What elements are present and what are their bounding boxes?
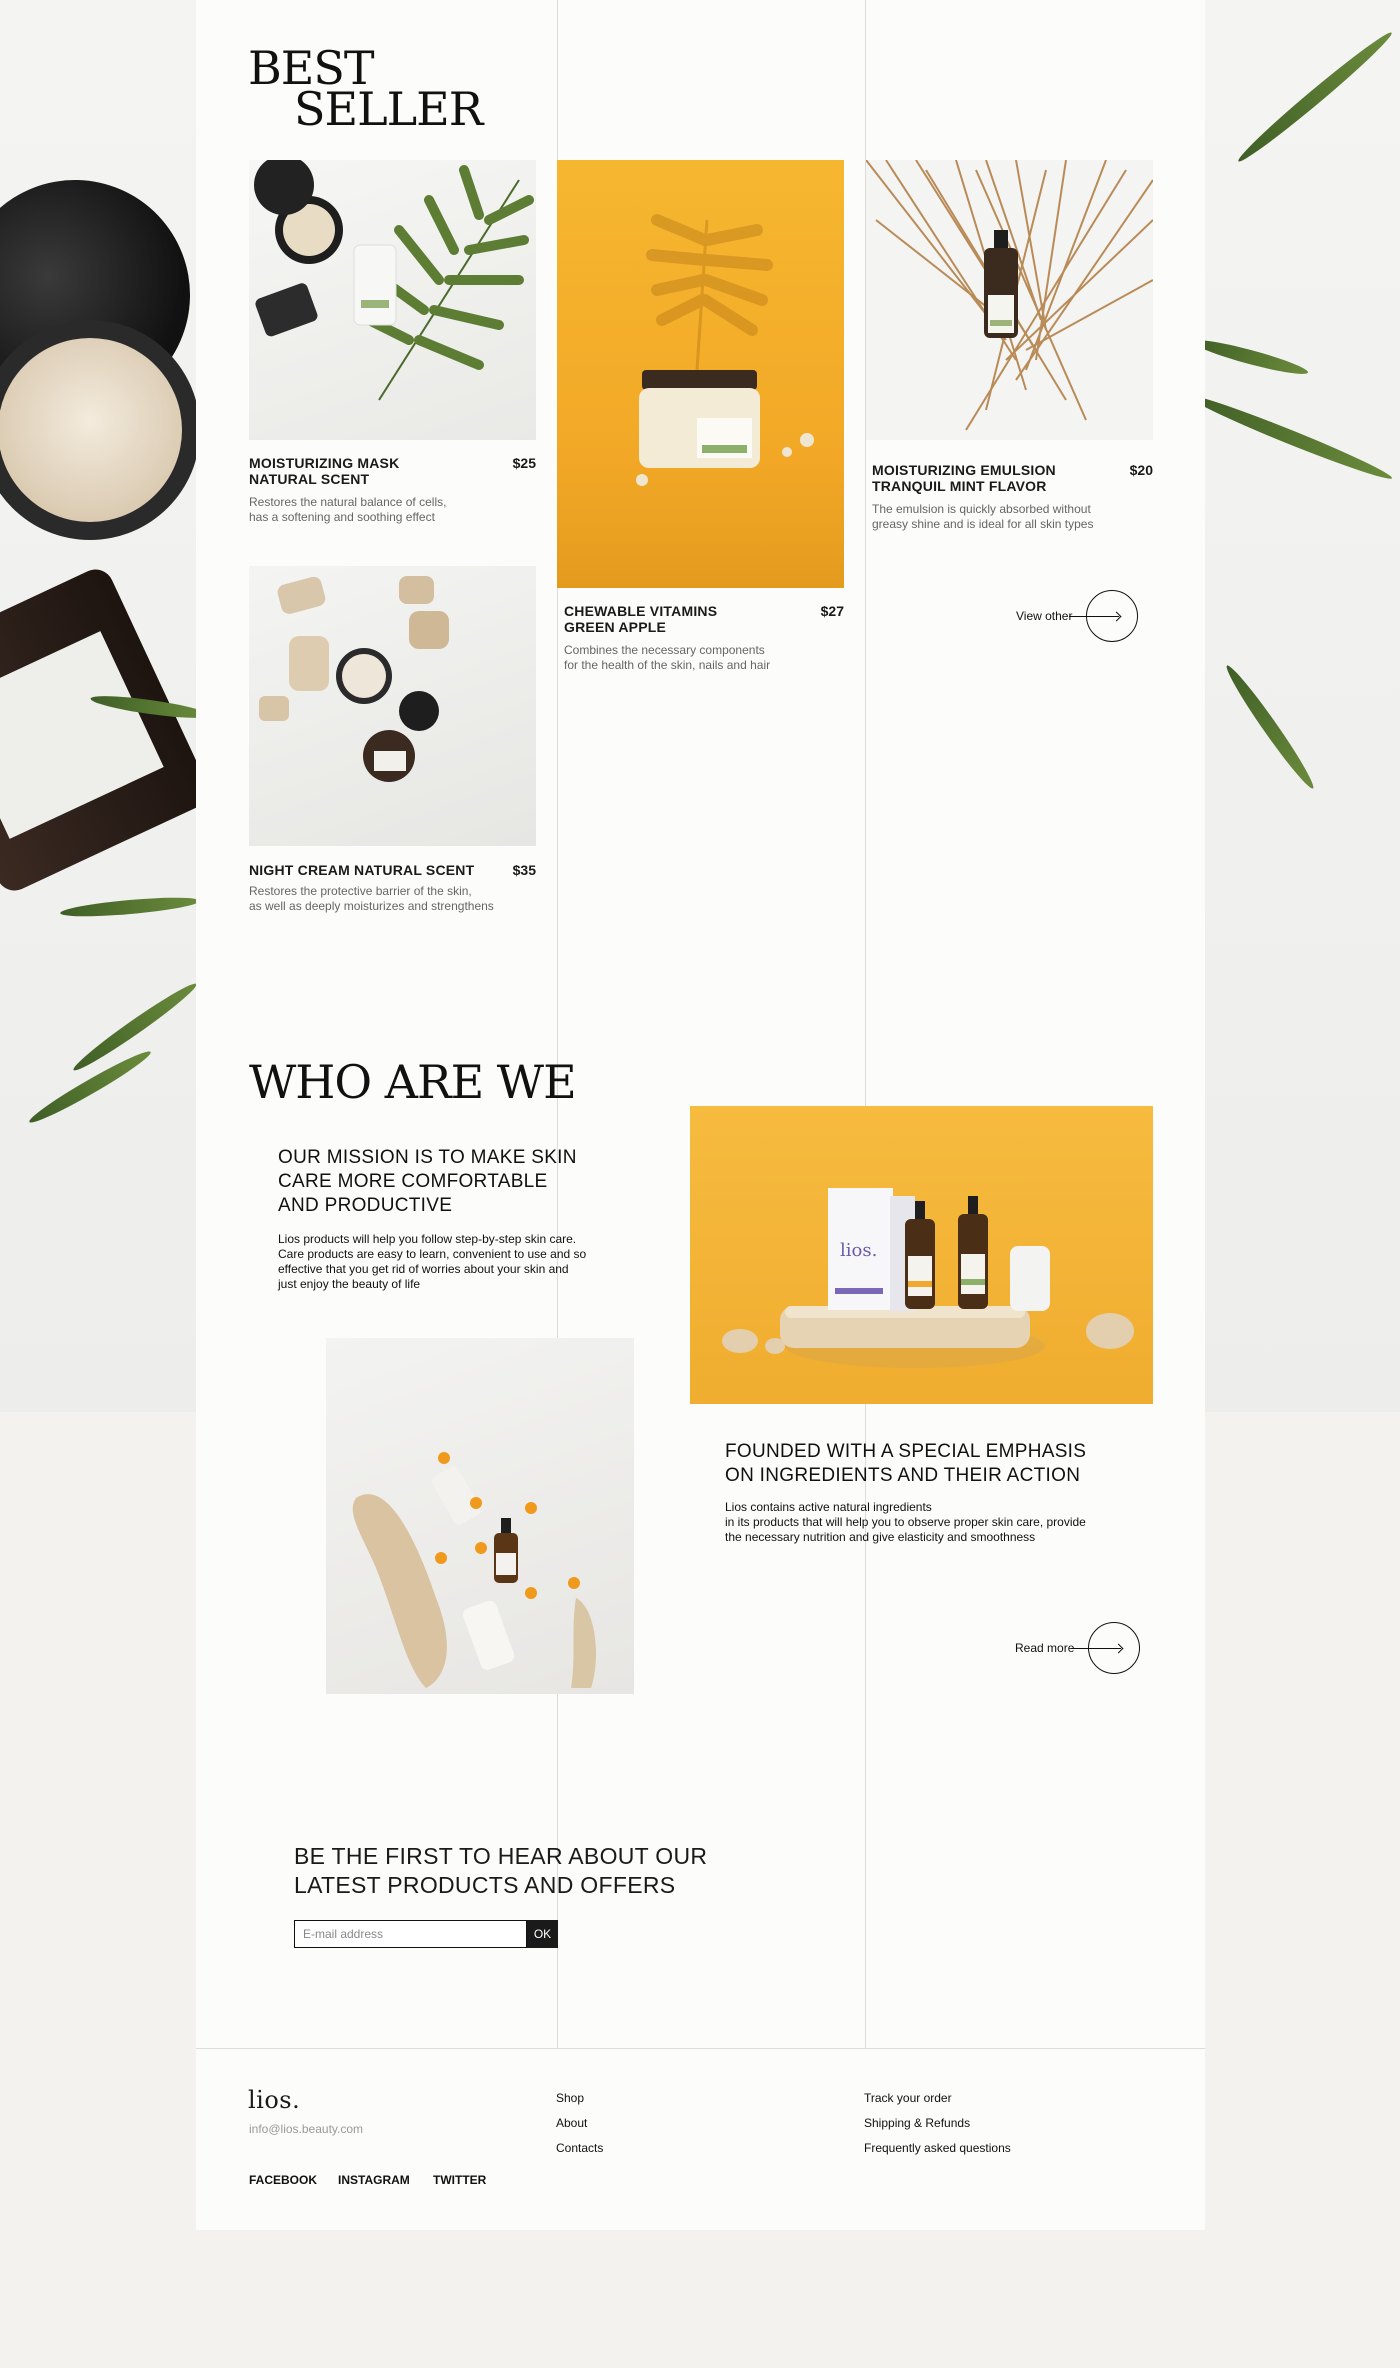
product-image-moisturizing-mask[interactable] (249, 160, 536, 440)
mission-text: Lios products will help you follow step-… (278, 1232, 587, 1291)
product-price: $27 (820, 603, 844, 619)
product-name[interactable]: MOISTURIZING MASK NATURAL SCENT (249, 455, 449, 487)
product-name[interactable]: MOISTURIZING EMULSION TRANQUIL MINT FLAV… (872, 462, 1092, 494)
arrow-circle-icon (1069, 590, 1139, 642)
product-description: Restores the natural balance of cells, h… (249, 495, 447, 524)
footer-divider (196, 2048, 1205, 2049)
founded-text: Lios contains active natural ingredients… (725, 1500, 1086, 1544)
product-price: $35 (512, 862, 536, 878)
leaf-image (59, 893, 201, 921)
view-other-label: View other (1016, 609, 1073, 623)
product-name[interactable]: NIGHT CREAM NATURAL SCENT (249, 862, 479, 878)
subscribe-button[interactable]: OK (527, 1920, 558, 1948)
founded-heading: FOUNDED WITH A SPECIAL EMPHASIS ON INGRE… (725, 1441, 1087, 1486)
product-price: $25 (512, 455, 536, 471)
footer-logo[interactable]: lios. (248, 2086, 300, 2114)
newsletter-title: BE THE FIRST TO HEAR ABOUT OUR LATEST PR… (294, 1843, 708, 1898)
product-image-chewable-vitamins[interactable] (557, 160, 844, 588)
leaf-image (1185, 389, 1395, 485)
box-brand-text: lios. (840, 1240, 877, 1261)
view-other-link[interactable]: View other (1016, 590, 1139, 642)
product-description: The emulsion is quickly absorbed without… (872, 502, 1094, 531)
footer-link-shipping[interactable]: Shipping & Refunds (864, 2116, 970, 2130)
product-description: Combines the necessary components for th… (564, 643, 771, 672)
read-more-label: Read more (1015, 1641, 1075, 1655)
read-more-link[interactable]: Read more (1015, 1622, 1141, 1674)
social-instagram[interactable]: INSTAGRAM (338, 2173, 410, 2187)
who-are-we-title: WHO ARE WE (249, 1055, 577, 1109)
product-image-night-cream[interactable] (249, 566, 536, 846)
brand-products-image: lios. (690, 1106, 1153, 1404)
product-description: Restores the protective barrier of the s… (249, 884, 494, 913)
footer-link-faq[interactable]: Frequently asked questions (864, 2141, 1011, 2155)
product-image-moisturizing-emulsion[interactable] (866, 160, 1153, 440)
footer-link-about[interactable]: About (556, 2116, 587, 2130)
leaf-image (1221, 661, 1319, 793)
leaf-image (1233, 27, 1397, 167)
serum-driftwood-image (326, 1338, 634, 1694)
arrow-circle-icon (1071, 1622, 1141, 1674)
leaf-image (1190, 334, 1310, 380)
product-price: $20 (1129, 462, 1153, 478)
product-name[interactable]: CHEWABLE VITAMINS GREEN APPLE (564, 603, 764, 635)
footer-email[interactable]: info@lios.beauty.com (249, 2122, 363, 2136)
best-seller-title: BEST SELLER (248, 41, 483, 137)
leaf-shadow-icon (646, 214, 773, 371)
footer-link-contacts[interactable]: Contacts (556, 2141, 603, 2155)
social-twitter[interactable]: TWITTER (433, 2173, 486, 2187)
email-input[interactable] (294, 1920, 527, 1948)
footer-link-shop[interactable]: Shop (556, 2091, 584, 2105)
footer-link-track-order[interactable]: Track your order (864, 2091, 952, 2105)
mission-heading: OUR MISSION IS TO MAKE SKIN CARE MORE CO… (278, 1147, 577, 1216)
social-facebook[interactable]: FACEBOOK (249, 2173, 317, 2187)
